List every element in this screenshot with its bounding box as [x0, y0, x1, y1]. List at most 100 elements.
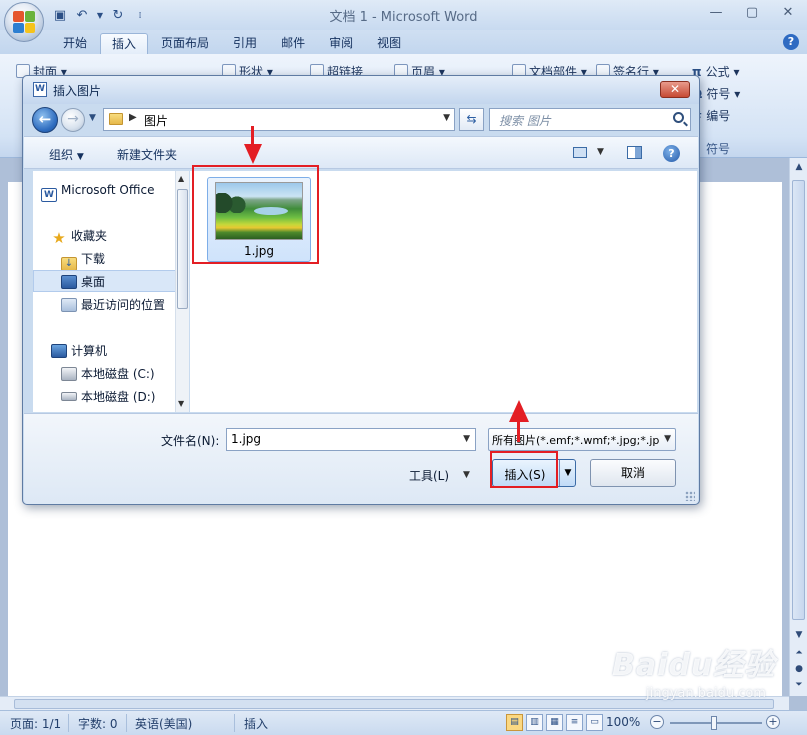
- full-screen-reading-icon[interactable]: ▥: [526, 714, 543, 731]
- nav-item-drive-c[interactable]: 本地磁盘 (C:): [61, 363, 188, 385]
- watermark-brand: Baidu经验: [612, 648, 776, 683]
- draft-icon[interactable]: ▭: [586, 714, 603, 731]
- navigation-scrollbar[interactable]: ▲ ▼: [175, 171, 189, 412]
- resize-grip-icon[interactable]: [685, 491, 695, 501]
- view-options-dropdown-icon[interactable]: ▼: [597, 147, 604, 157]
- nav-label: 桌面: [81, 275, 106, 289]
- language-status[interactable]: 英语(美国): [135, 715, 192, 732]
- annotation-arrow-up-icon: [509, 400, 529, 422]
- zoom-slider-thumb[interactable]: [711, 716, 717, 730]
- dialog-bottom-panel: 文件名(N): 1.jpg ▼ 所有图片(*.emf;*.wmf;*.jpg;*…: [24, 413, 698, 504]
- maximize-icon[interactable]: ▢: [741, 4, 763, 22]
- print-layout-icon[interactable]: ▤: [506, 714, 523, 731]
- filename-value: 1.jpg: [231, 432, 262, 446]
- tab-insert[interactable]: 插入: [100, 33, 149, 54]
- help-icon[interactable]: ?: [783, 34, 799, 50]
- zoom-in-icon[interactable]: +: [766, 715, 780, 729]
- scroll-up-icon[interactable]: ▲: [178, 174, 184, 183]
- tab-view[interactable]: 视图: [366, 33, 412, 54]
- forward-arrow-icon[interactable]: →: [61, 108, 85, 132]
- filename-field[interactable]: 1.jpg ▼: [226, 428, 476, 451]
- office-logo-icon: [13, 11, 35, 33]
- zoom-out-icon[interactable]: −: [650, 715, 664, 729]
- filename-dropdown-icon[interactable]: ▼: [463, 434, 470, 444]
- highlight-box-file: [192, 165, 319, 264]
- nav-label: 最近访问的位置: [81, 298, 166, 312]
- address-bar[interactable]: ▶ 图片 ▼: [103, 108, 455, 131]
- web-layout-icon[interactable]: ▦: [546, 714, 563, 731]
- nav-label: 本地磁盘 (D:): [81, 390, 156, 404]
- nav-item-downloads[interactable]: ↓ 下载: [61, 248, 188, 271]
- dialog-help-icon[interactable]: ?: [663, 145, 680, 162]
- back-arrow-icon[interactable]: ←: [32, 107, 58, 133]
- dialog-toolbar: 组织 ▼ 新建文件夹 ▼ ?: [24, 136, 698, 169]
- recent-pages-dropdown-icon[interactable]: ▼: [89, 113, 96, 123]
- breadcrumb-pictures[interactable]: 图片: [144, 112, 168, 129]
- tools-dropdown-icon[interactable]: ▼: [463, 470, 470, 480]
- scroll-down-icon[interactable]: ▼: [793, 630, 805, 640]
- nav-item-microsoft-office[interactable]: W Microsoft Office: [41, 179, 181, 202]
- navigation-pane: W Microsoft Office ★ 收藏夹 ↓ 下载 桌面 最近访问的位置 计算…: [33, 171, 189, 412]
- window-controls: — ▢ ✕: [705, 4, 799, 22]
- vertical-scrollbar[interactable]: ▲ ▼ ⏶ ● ⏷: [789, 158, 807, 696]
- preview-pane-icon[interactable]: [627, 146, 642, 159]
- tab-mailings[interactable]: 邮件: [270, 33, 316, 54]
- address-dropdown-icon[interactable]: ▼: [443, 113, 450, 123]
- scroll-down-icon[interactable]: ▼: [178, 399, 184, 408]
- tab-home[interactable]: 开始: [52, 33, 98, 54]
- highlight-box-insert-button: [490, 451, 558, 488]
- close-icon[interactable]: ✕: [777, 4, 799, 22]
- status-divider: [68, 714, 69, 732]
- scroll-up-icon[interactable]: ▲: [793, 162, 805, 172]
- search-input[interactable]: 搜索 图片: [489, 108, 691, 131]
- minimize-icon[interactable]: —: [705, 4, 727, 22]
- equation-label: 公式: [705, 65, 730, 79]
- breadcrumb-chevron-icon[interactable]: ▶: [129, 112, 137, 123]
- view-buttons: ▤ ▥ ▦ ≡ ▭: [506, 714, 603, 731]
- vertical-scroll-thumb[interactable]: [792, 180, 805, 620]
- change-view-icon[interactable]: [573, 147, 587, 158]
- tab-review[interactable]: 审阅: [318, 33, 364, 54]
- nav-label: 计算机: [71, 344, 108, 358]
- downloads-folder-icon: ↓: [61, 257, 77, 271]
- ribbon-tab-bar: 开始 插入 页面布局 引用 邮件 审阅 视图 ?: [0, 30, 807, 54]
- insert-mode-status[interactable]: 插入: [244, 715, 268, 732]
- nav-item-favorites[interactable]: ★ 收藏夹: [51, 225, 188, 247]
- folder-icon: [109, 113, 123, 125]
- status-bar: 页面: 1/1 字数: 0 英语(美国) 插入 ▤ ▥ ▦ ≡ ▭ 100% −…: [0, 710, 807, 735]
- organize-button[interactable]: 组织 ▼: [49, 146, 84, 163]
- annotation-arrow-down-icon: [244, 144, 262, 164]
- insert-options-dropdown-icon[interactable]: ▼: [559, 460, 576, 486]
- nav-item-computer[interactable]: 计算机: [51, 340, 188, 362]
- nav-label: Microsoft Office: [61, 183, 155, 197]
- zoom-level[interactable]: 100%: [606, 715, 640, 729]
- symbol-label: 符号: [706, 87, 731, 101]
- window-title: 文档 1 - Microsoft Word: [329, 10, 478, 25]
- tools-button[interactable]: 工具(L): [409, 467, 449, 484]
- office-button[interactable]: [4, 2, 44, 42]
- nav-item-recent-places[interactable]: 最近访问的位置: [61, 294, 188, 316]
- file-type-dropdown-icon[interactable]: ▼: [664, 434, 671, 444]
- outline-icon[interactable]: ≡: [566, 714, 583, 731]
- numbering-label: 编号: [706, 109, 731, 123]
- page-count[interactable]: 页面: 1/1: [10, 715, 61, 732]
- tab-references[interactable]: 引用: [222, 33, 268, 54]
- word-count[interactable]: 字数: 0: [78, 715, 118, 732]
- annotation-arrow-shaft: [251, 126, 254, 146]
- word-title-bar: ▣ ↶ ▼ ↻ ⁞ 文档 1 - Microsoft Word — ▢ ✕: [0, 0, 807, 30]
- search-placeholder: 搜索 图片: [499, 114, 551, 128]
- search-icon[interactable]: [673, 112, 684, 123]
- nav-item-drive-d[interactable]: 本地磁盘 (D:): [61, 386, 188, 408]
- cancel-button[interactable]: 取消: [590, 459, 676, 487]
- organize-dropdown-icon: ▼: [76, 152, 84, 162]
- nav-item-desktop[interactable]: 桌面: [33, 270, 183, 292]
- new-folder-button[interactable]: 新建文件夹: [117, 146, 177, 163]
- baidu-watermark: Baidu经验 jingyan.baidu.com: [612, 640, 802, 710]
- refresh-icon[interactable]: ⇆: [459, 108, 484, 131]
- watermark-url: jingyan.baidu.com: [646, 686, 766, 701]
- status-divider: [234, 714, 235, 732]
- tab-page-layout[interactable]: 页面布局: [150, 33, 220, 54]
- navigation-scroll-thumb[interactable]: [177, 189, 188, 309]
- dialog-close-button[interactable]: ✕: [660, 81, 690, 98]
- symbol-group-label: 符号: [706, 142, 731, 156]
